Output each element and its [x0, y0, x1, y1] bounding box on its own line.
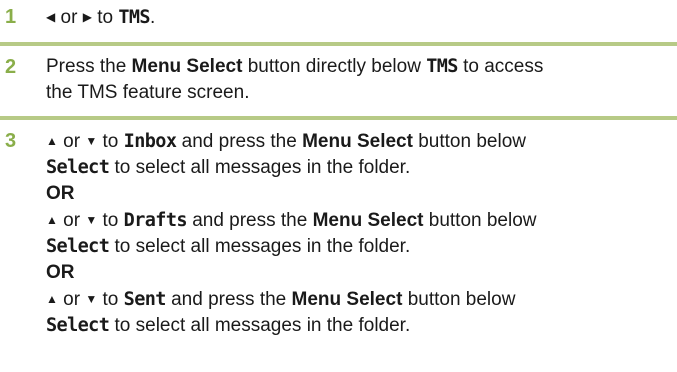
step-text: ▲ or ▼ to Inbox and press the Menu Selec… — [46, 128, 671, 339]
menu-target: TMS — [118, 7, 150, 28]
down-arrow-icon: ▼ — [85, 213, 98, 227]
select-label: Select — [46, 157, 110, 178]
up-arrow-icon: ▲ — [46, 292, 58, 306]
right-arrow-icon: ▶ — [82, 10, 92, 24]
select-label: Select — [46, 236, 110, 257]
divider — [0, 116, 677, 120]
or-separator: OR — [46, 183, 75, 204]
button-name: Menu Select — [302, 131, 413, 152]
step-text: ◀ or ▶ to TMS. — [46, 4, 671, 31]
left-arrow-icon: ◀ — [46, 10, 56, 24]
up-arrow-icon: ▲ — [46, 134, 58, 148]
folder-name: Inbox — [123, 131, 177, 152]
menu-target: TMS — [426, 56, 458, 77]
folder-name: Drafts — [123, 210, 188, 231]
divider — [0, 42, 677, 46]
up-arrow-icon: ▲ — [46, 213, 58, 227]
button-name: Menu Select — [291, 289, 403, 310]
down-arrow-icon: ▼ — [85, 292, 98, 306]
button-name: Menu Select — [312, 210, 424, 231]
step-number: 2 — [5, 56, 17, 78]
folder-name: Sent — [123, 289, 167, 310]
step-text: Press the Menu Select button directly be… — [46, 56, 544, 103]
down-arrow-icon: ▼ — [85, 134, 98, 148]
select-label: Select — [46, 315, 110, 336]
step-number: 1 — [5, 6, 17, 28]
or-separator: OR — [46, 262, 75, 283]
step-number: 3 — [5, 130, 17, 152]
button-name: Menu Select — [131, 56, 243, 77]
